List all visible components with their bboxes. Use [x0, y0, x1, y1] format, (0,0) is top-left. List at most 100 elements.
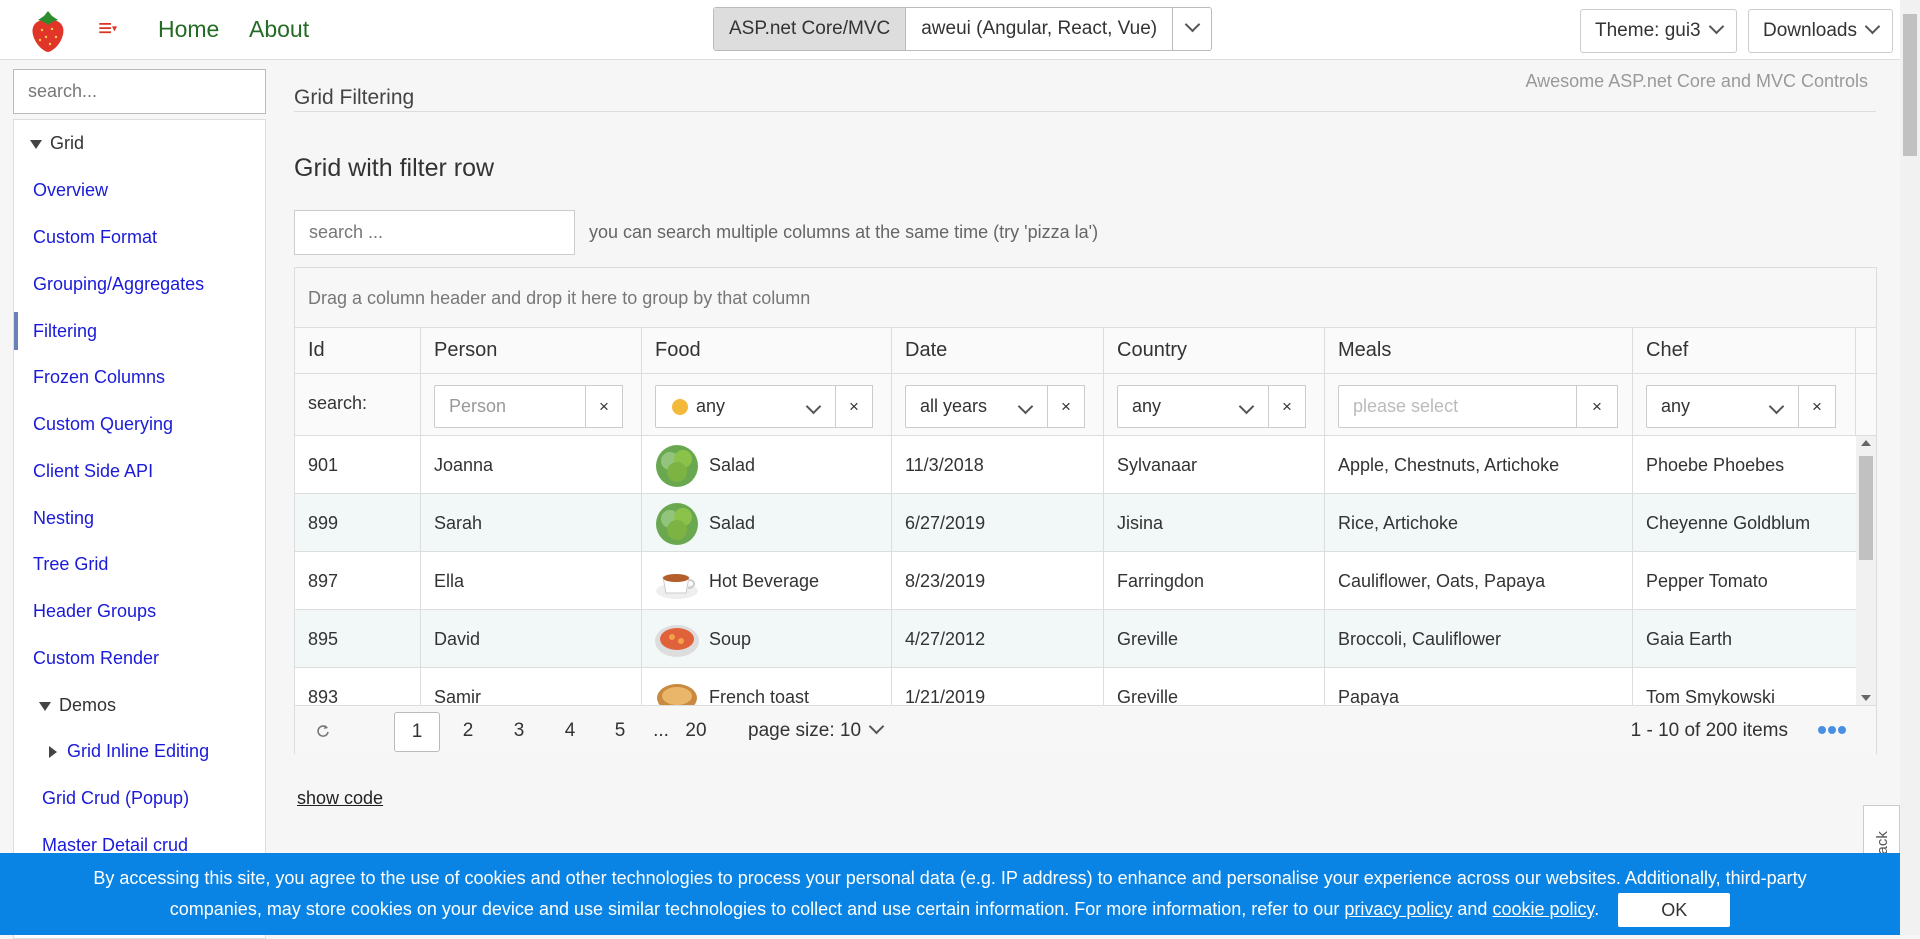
meals-filter-multiselect[interactable]: please select [1338, 385, 1577, 428]
sidebar-item-grid-inline-editing[interactable]: Grid Inline Editing [49, 732, 209, 770]
page-button-3[interactable]: 3 [504, 712, 534, 752]
cell-meals: Cauliflower, Oats, Papaya [1325, 552, 1633, 610]
date-filter-value: all years [920, 396, 988, 416]
hamburger-menu-icon[interactable]: ≡▾ [98, 17, 132, 41]
cookie-ok-button[interactable]: OK [1618, 893, 1731, 927]
salad-icon [656, 445, 698, 488]
scroll-up-arrow-icon[interactable] [1861, 440, 1871, 446]
food-name: Salad [709, 513, 756, 533]
scroll-down-arrow-icon[interactable] [1861, 695, 1871, 701]
food-filter-clear-button[interactable]: × [835, 385, 873, 428]
sidebar-item-overview[interactable]: Overview [33, 171, 108, 209]
page-button-20[interactable]: 20 [681, 712, 711, 752]
grid-scrollbar[interactable] [1856, 436, 1876, 705]
meals-filter-clear-button[interactable]: × [1576, 385, 1618, 428]
cell-meals: Broccoli, Cauliflower [1325, 610, 1633, 668]
cookie-period: . [1594, 898, 1600, 919]
cell-person: Sarah [421, 494, 642, 552]
sidebar-item-header-groups[interactable]: Header Groups [33, 592, 156, 630]
pager-info: 1 - 10 of 200 items [1630, 720, 1788, 741]
sidebar-item-frozen-columns[interactable]: Frozen Columns [33, 358, 165, 396]
chevron-down-icon [868, 718, 885, 735]
scrollbar-thumb[interactable] [1859, 456, 1873, 560]
show-code-link[interactable]: show code [297, 788, 383, 809]
page-button-5[interactable]: 5 [605, 712, 635, 752]
segment-aspnet[interactable]: ASP.net Core/MVC [714, 8, 907, 50]
caret-down-icon [39, 701, 51, 711]
table-row[interactable]: 901 Joanna Salad 11/3/2018 Sylvanaar App… [295, 436, 1856, 494]
table-row[interactable]: 899 Sarah Salad 6/27/2019 Jisina Rice, A… [295, 494, 1856, 552]
chef-filter-value: any [1661, 396, 1691, 416]
divider [294, 111, 1876, 112]
sidebar-item-custom-render[interactable]: Custom Render [33, 639, 159, 677]
sidebar-group-demos[interactable]: Demos [39, 686, 116, 724]
page-button-4[interactable]: 4 [555, 712, 585, 752]
page-scrollbar-thumb[interactable] [1903, 14, 1917, 156]
segment-aweui[interactable]: aweui (Angular, React, Vue) [906, 8, 1174, 50]
refresh-icon[interactable] [315, 723, 331, 739]
nav-home-link[interactable]: Home [158, 16, 219, 43]
more-options-icon[interactable] [1818, 726, 1848, 736]
segment-dropdown-button[interactable] [1173, 8, 1211, 50]
sidebar-item-client-side-api[interactable]: Client Side API [33, 452, 153, 490]
cell-date: 6/27/2019 [892, 494, 1104, 552]
grid-search-input[interactable]: search ... [294, 210, 575, 255]
sidebar-item-tree-grid[interactable]: Tree Grid [33, 545, 108, 583]
sidebar-item-grid-crud-popup[interactable]: Grid Crud (Popup) [42, 779, 189, 817]
strawberry-logo-icon[interactable] [28, 10, 68, 52]
cookie-text-line-1: By accessing this site, you agree to the… [93, 868, 1807, 888]
cell-person: Joanna [421, 436, 642, 494]
cell-id: 901 [295, 436, 421, 494]
sidebar-item-nesting[interactable]: Nesting [33, 499, 94, 537]
sidebar-item-custom-querying[interactable]: Custom Querying [33, 405, 173, 443]
date-filter-dropdown[interactable]: all years [905, 385, 1048, 428]
table-row[interactable]: 893 Samir French toast 1/21/2019 Grevill… [295, 668, 1856, 705]
page-button-2[interactable]: 2 [453, 712, 483, 752]
group-drop-area[interactable]: Drag a column header and drop it here to… [295, 268, 1876, 328]
column-header-country[interactable]: Country [1104, 328, 1325, 374]
sidebar-item-custom-format[interactable]: Custom Format [33, 218, 157, 256]
date-filter-clear-button[interactable]: × [1047, 385, 1085, 428]
page-title: Grid Filtering [294, 86, 415, 109]
chevron-down-icon [1768, 398, 1785, 415]
grid-body: 901 Joanna Salad 11/3/2018 Sylvanaar App… [295, 436, 1856, 705]
sidebar-demos-label: Demos [59, 695, 117, 715]
cell-id: 899 [295, 494, 421, 552]
sidebar-search-input[interactable]: search... [13, 69, 266, 114]
cell-country: Jisina [1104, 494, 1325, 552]
column-header-food[interactable]: Food [642, 328, 892, 374]
page-size-dropdown[interactable]: page size: 10 [748, 712, 885, 752]
column-header-meals[interactable]: Meals [1325, 328, 1633, 374]
country-filter-dropdown[interactable]: any [1117, 385, 1269, 428]
column-header-date[interactable]: Date [892, 328, 1104, 374]
downloads-label: Downloads [1763, 20, 1857, 41]
grid-pager: 1 2 3 4 5 ... 20 page size: 10 1 - 10 of… [295, 705, 1876, 754]
nav-about-link[interactable]: About [249, 16, 309, 43]
table-row[interactable]: 895 David Soup 4/27/2012 Greville Brocco… [295, 610, 1856, 668]
page-scrollbar[interactable] [1900, 0, 1920, 935]
filter-cell-date: all years × [892, 374, 1104, 436]
chevron-down-icon [1864, 18, 1881, 35]
country-filter-clear-button[interactable]: × [1268, 385, 1306, 428]
column-header-chef[interactable]: Chef [1633, 328, 1856, 374]
page-button-1[interactable]: 1 [394, 712, 440, 752]
cookie-policy-link[interactable]: cookie policy [1492, 899, 1594, 919]
cell-food: French toast [642, 668, 892, 705]
caret-down-icon [30, 139, 42, 149]
sidebar-item-grouping[interactable]: Grouping/Aggregates [33, 265, 204, 303]
downloads-dropdown-button[interactable]: Downloads [1748, 9, 1893, 53]
sidebar-item-filtering[interactable]: Filtering [14, 312, 97, 350]
person-filter-input[interactable]: Person [434, 385, 586, 428]
privacy-policy-link[interactable]: privacy policy [1344, 899, 1452, 919]
sidebar-group-grid[interactable]: Grid [30, 124, 84, 162]
chef-filter-dropdown[interactable]: any [1646, 385, 1799, 428]
chef-filter-clear-button[interactable]: × [1798, 385, 1836, 428]
food-name: Soup [709, 629, 752, 649]
column-header-id[interactable]: Id [295, 328, 421, 374]
food-filter-dropdown[interactable]: any [655, 385, 836, 428]
column-header-person[interactable]: Person [421, 328, 642, 374]
person-filter-clear-button[interactable]: × [585, 385, 623, 428]
theme-dropdown-button[interactable]: Theme: gui3 [1580, 9, 1737, 53]
table-row[interactable]: 897 Ella Hot Beverage 8/23/2019 Farringd… [295, 552, 1856, 610]
cell-meals: Rice, Artichoke [1325, 494, 1633, 552]
